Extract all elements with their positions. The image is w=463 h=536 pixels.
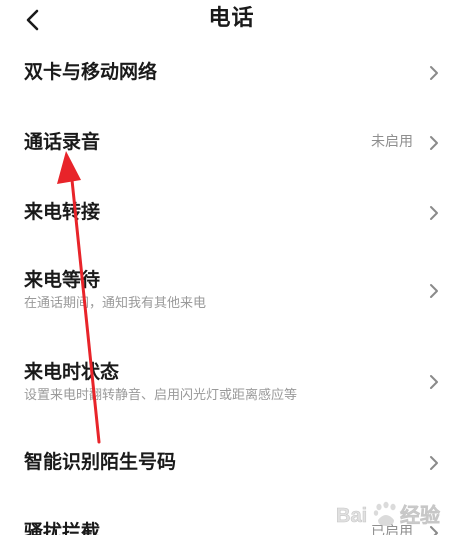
top-bar: 电话 xyxy=(0,0,463,40)
status-value: 未启用 xyxy=(371,134,413,150)
row-title: 通话录音 xyxy=(24,131,101,153)
svg-text:经验: 经验 xyxy=(400,503,440,527)
chevron-right-icon xyxy=(427,65,441,81)
chevron-right-icon xyxy=(427,455,441,471)
row-title: 来电转接 xyxy=(24,201,101,223)
row-subtitle: 设置来电时翻转静音、启用闪光灯或距离感应等 xyxy=(24,388,298,403)
row-title: 双卡与移动网络 xyxy=(24,61,158,83)
svg-text:Bai: Bai xyxy=(336,505,367,527)
settings-row-smart-caller-id[interactable]: 智能识别陌生号码 xyxy=(0,438,463,488)
settings-row-call-recording[interactable]: 通话录音 未启用 xyxy=(0,118,463,168)
row-title: 智能识别陌生号码 xyxy=(24,451,177,473)
chevron-right-icon xyxy=(427,374,441,390)
row-title: 来电时状态 xyxy=(24,361,120,383)
row-subtitle: 在通话期间，通知我有其他来电 xyxy=(24,296,207,311)
chevron-right-icon xyxy=(427,135,441,151)
baidu-watermark: Bai 经验 xyxy=(334,498,460,532)
row-title: 来电等待 xyxy=(24,269,101,291)
page-title: 电话 xyxy=(208,6,255,31)
settings-row-call-waiting[interactable]: 来电等待 在通话期间，通知我有其他来电 xyxy=(0,258,463,320)
chevron-right-icon xyxy=(427,205,441,221)
chevron-right-icon xyxy=(427,283,441,299)
row-title: 骚扰拦截 xyxy=(24,521,101,535)
settings-row-dual-sim[interactable]: 双卡与移动网络 xyxy=(0,48,463,98)
settings-row-call-forwarding[interactable]: 来电转接 xyxy=(0,188,463,238)
settings-row-incoming-call-status[interactable]: 来电时状态 设置来电时翻转静音、启用闪光灯或距离感应等 xyxy=(0,350,463,412)
